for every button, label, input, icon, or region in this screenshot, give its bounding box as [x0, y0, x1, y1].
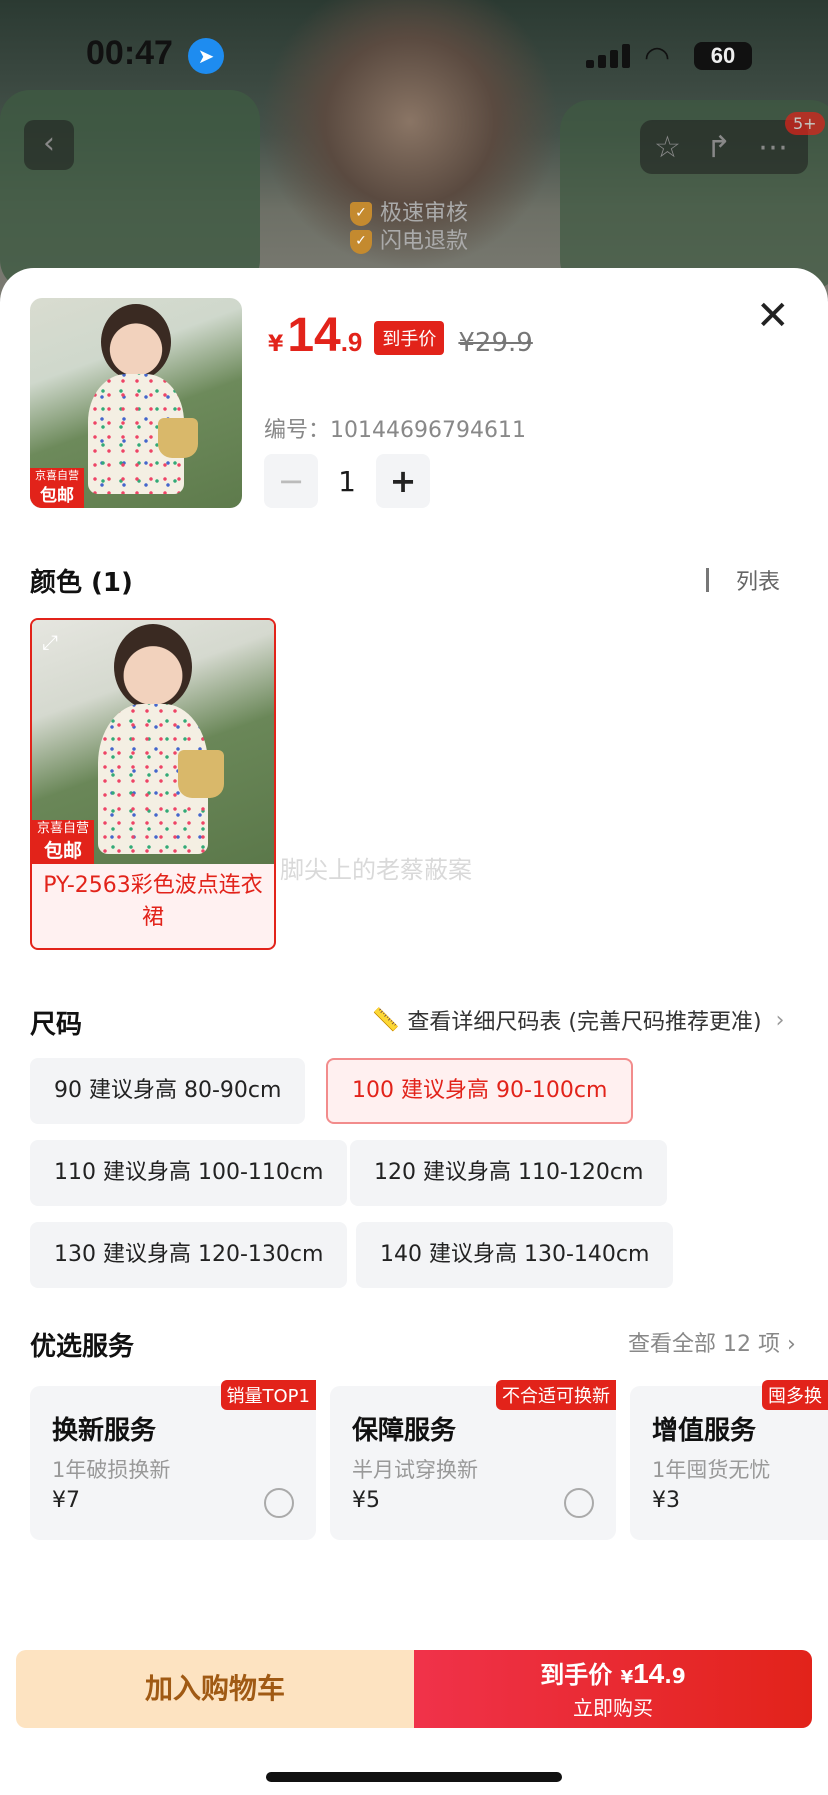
service-name: 增值服务	[652, 1416, 757, 1446]
favorite-icon[interactable]: ☆	[654, 130, 681, 165]
location-icon: ➤	[188, 38, 224, 74]
battery-icon: 60	[694, 42, 752, 70]
price-currency: ¥	[268, 332, 284, 357]
watermark-text: 脚尖上的老蔡蔽案	[280, 856, 472, 884]
jd-self-operated-tag: 京喜自营 包邮	[30, 468, 84, 508]
price-integer: 14	[287, 309, 341, 362]
back-button[interactable]: ‹	[24, 120, 74, 170]
price-decimal: .9	[340, 327, 363, 357]
add-to-cart-button[interactable]: 加入购物车	[16, 1650, 414, 1728]
service-name: 换新服务	[52, 1416, 157, 1446]
cellular-signal-icon	[586, 44, 630, 68]
service-card[interactable]: 囤多换 增值服务 1年囤货无忧 ¥3	[630, 1380, 828, 1540]
color-option-label: PY-2563彩色波点连衣裙	[43, 873, 263, 930]
action-bar: 加入购物车 到手价 ¥14.9 立即购买	[16, 1650, 812, 1728]
size-chart-link[interactable]: 📏 查看详细尺码表 (完善尺码推荐更准) ›	[372, 1004, 784, 1036]
view-all-services-link[interactable]: 查看全部 12 项 ›	[628, 1326, 796, 1358]
share-icon[interactable]: ↱	[706, 130, 731, 165]
increase-quantity-button[interactable]: +	[376, 454, 430, 508]
expand-icon[interactable]: ⤢	[42, 630, 58, 654]
jd-self-operated-tag: 京喜自营 包邮	[32, 820, 94, 864]
status-time: 00:47	[86, 34, 173, 72]
size-option-100-selected[interactable]: 100 建议身高 90-100cm	[326, 1058, 634, 1124]
color-section-title: 颜色 (1)	[30, 568, 133, 598]
top-actions: ☆ ↱ ⋯ 5+	[640, 112, 825, 174]
wifi-icon: ◠	[644, 40, 671, 75]
size-option-120[interactable]: 120 建议身高 110-120cm	[350, 1140, 668, 1206]
size-option-130[interactable]: 130 建议身高 120-130cm	[30, 1222, 348, 1288]
shield-icon: ✓	[350, 230, 372, 254]
buy-now-button[interactable]: 到手价 ¥14.9 立即购买	[414, 1650, 812, 1728]
size-option-140[interactable]: 140 建议身高 130-140cm	[356, 1222, 674, 1288]
service-desc: 1年破损换新	[52, 1458, 171, 1482]
service-price: ¥7	[52, 1488, 80, 1513]
more-icon[interactable]: ⋯	[758, 130, 788, 165]
service-ribbon: 囤多换	[762, 1380, 828, 1410]
original-price: ¥29.9	[458, 328, 533, 358]
audit-line-2: 闪电退款	[380, 229, 469, 254]
service-desc: 1年囤货无忧	[652, 1458, 771, 1482]
service-price: ¥3	[652, 1488, 680, 1513]
sku-selector-sheet: 京喜自营 包邮 ¥ 14 .9 到手价 ¥29.9 ✕ 编号：101446967…	[0, 268, 828, 1795]
final-price-tag: 到手价	[374, 321, 445, 355]
service-radio[interactable]	[264, 1488, 294, 1518]
service-card[interactable]: 不合适可换新 保障服务 半月试穿换新 ¥5	[330, 1380, 616, 1540]
status-bar: 00:47 ➤ ◠ 60	[0, 0, 828, 110]
service-price: ¥5	[352, 1488, 380, 1513]
services-section-title: 优选服务	[30, 1332, 135, 1362]
size-option-90[interactable]: 90 建议身高 80-90cm	[30, 1058, 306, 1124]
close-icon[interactable]: ✕	[756, 296, 790, 336]
audit-line-1: 极速审核	[380, 201, 469, 226]
service-desc: 半月试穿换新	[352, 1458, 478, 1482]
message-badge: 5+	[785, 112, 825, 135]
size-option-110[interactable]: 110 建议身高 100-110cm	[30, 1140, 348, 1206]
size-section-title: 尺码	[30, 1010, 83, 1040]
service-name: 保障服务	[352, 1416, 457, 1446]
quantity-stepper: − 1 +	[264, 454, 430, 508]
color-option-card[interactable]: ⤢ 京喜自营 包邮 PY-2563彩色波点连衣裙	[30, 618, 276, 950]
decrease-quantity-button[interactable]: −	[264, 454, 318, 508]
service-radio[interactable]	[564, 1488, 594, 1518]
list-icon	[706, 568, 728, 592]
service-ribbon: 销量TOP1	[220, 1380, 316, 1410]
sku-number: 编号：10144696794611	[264, 418, 526, 443]
audit-banner: ✓ 极速审核 ✓ 闪电退款	[350, 200, 468, 256]
service-ribbon: 不合适可换新	[496, 1380, 616, 1410]
home-indicator	[266, 1772, 562, 1782]
color-option-image: ⤢ 京喜自营 包邮	[32, 620, 274, 864]
chevron-right-icon: ›	[775, 1007, 785, 1033]
chevron-right-icon: ›	[786, 1332, 796, 1357]
price-row: ¥ 14 .9 到手价 ¥29.9	[268, 308, 533, 363]
quantity-value[interactable]: 1	[318, 465, 376, 498]
service-card[interactable]: 销量TOP1 换新服务 1年破损换新 ¥7	[30, 1380, 316, 1540]
product-thumbnail: 京喜自营 包邮	[30, 298, 242, 508]
ruler-icon: 📏	[372, 1007, 400, 1033]
list-view-toggle[interactable]: 列表	[706, 564, 780, 596]
shield-icon: ✓	[350, 202, 372, 226]
